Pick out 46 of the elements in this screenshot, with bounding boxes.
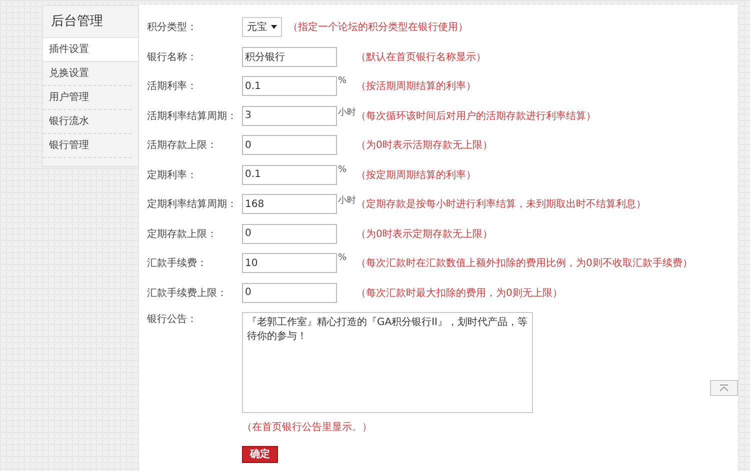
- input-field[interactable]: 积分银行: [242, 46, 337, 66]
- field-label: 活期存款上限：: [147, 138, 218, 152]
- hint-text: （指定一个论坛的积分类型在银行使用）: [288, 20, 468, 34]
- hint-text: （每次汇款时最大扣除的费用，为0则无上限）: [356, 286, 562, 300]
- hint-text: （按活期周期结算的利率）: [356, 80, 476, 93]
- input-field[interactable]: 0.1: [242, 164, 337, 184]
- field-label: 积分类型：: [147, 20, 198, 34]
- sidebar-item[interactable]: 插件设置: [43, 38, 139, 62]
- select-dropdown[interactable]: 元宝: [242, 17, 282, 37]
- hint-text: （默认在首页银行名称显示）: [356, 50, 486, 64]
- sidebar-item[interactable]: 兑换设置: [43, 62, 132, 86]
- field-label: 活期利率结算周期：: [147, 110, 238, 122]
- caret-icon: [271, 25, 277, 29]
- field-label: 定期利率结算周期：: [147, 198, 238, 211]
- back-to-top-icon[interactable]: [710, 380, 738, 396]
- sidebar-item[interactable]: 用户管理: [43, 86, 132, 110]
- hint-text: （定期存款是按每小时进行利率结算，未到期取出时不结算利息）: [356, 198, 646, 211]
- hint-text: （每次循环该时间后对用户的活期存款进行利率结算）: [356, 110, 596, 122]
- textarea-field[interactable]: 『老郭工作室』精心打造的『GA积分银行II』，划时代产品，等待你的参与！: [242, 312, 533, 413]
- hint-text: （为0时表示活期存款无上限）: [356, 138, 492, 152]
- field-label: 活期利率：: [147, 80, 198, 93]
- field-label: 汇款手续费：: [147, 256, 208, 270]
- field-label: 定期利率：: [147, 168, 198, 182]
- input-field[interactable]: 0: [242, 135, 337, 155]
- hint-text: （每次汇款时在汇款数值上额外扣除的费用比例，为0则不收取汇款手续费）: [356, 256, 692, 270]
- field-label: 定期存款上限：: [147, 228, 218, 240]
- field-label: 汇款手续费上限：: [147, 286, 228, 300]
- sidebar-item[interactable]: 银行管理: [43, 134, 132, 158]
- hint-text: （在首页银行公告里显示。）: [242, 420, 373, 434]
- hint-text: （为0时表示定期存款无上限）: [356, 228, 492, 240]
- unit-text: %: [338, 253, 347, 263]
- unit-text: 小时: [338, 108, 356, 118]
- input-field[interactable]: 168: [242, 194, 337, 214]
- input-field[interactable]: 0.1: [242, 76, 337, 96]
- unit-text: 小时: [338, 196, 356, 206]
- unit-text: %: [338, 164, 347, 174]
- hint-text: （按定期周期结算的利率）: [356, 168, 476, 182]
- input-field[interactable]: 0: [242, 224, 337, 244]
- sidebar-item[interactable]: 银行流水: [43, 110, 132, 134]
- field-label: 银行名称：: [147, 50, 198, 64]
- input-field[interactable]: 10: [242, 253, 337, 273]
- unit-text: %: [338, 76, 347, 86]
- field-label: 银行公告：: [147, 312, 198, 326]
- input-field[interactable]: 3: [242, 106, 337, 126]
- input-field[interactable]: 0: [242, 282, 337, 302]
- confirm-button[interactable]: 确定: [242, 446, 278, 463]
